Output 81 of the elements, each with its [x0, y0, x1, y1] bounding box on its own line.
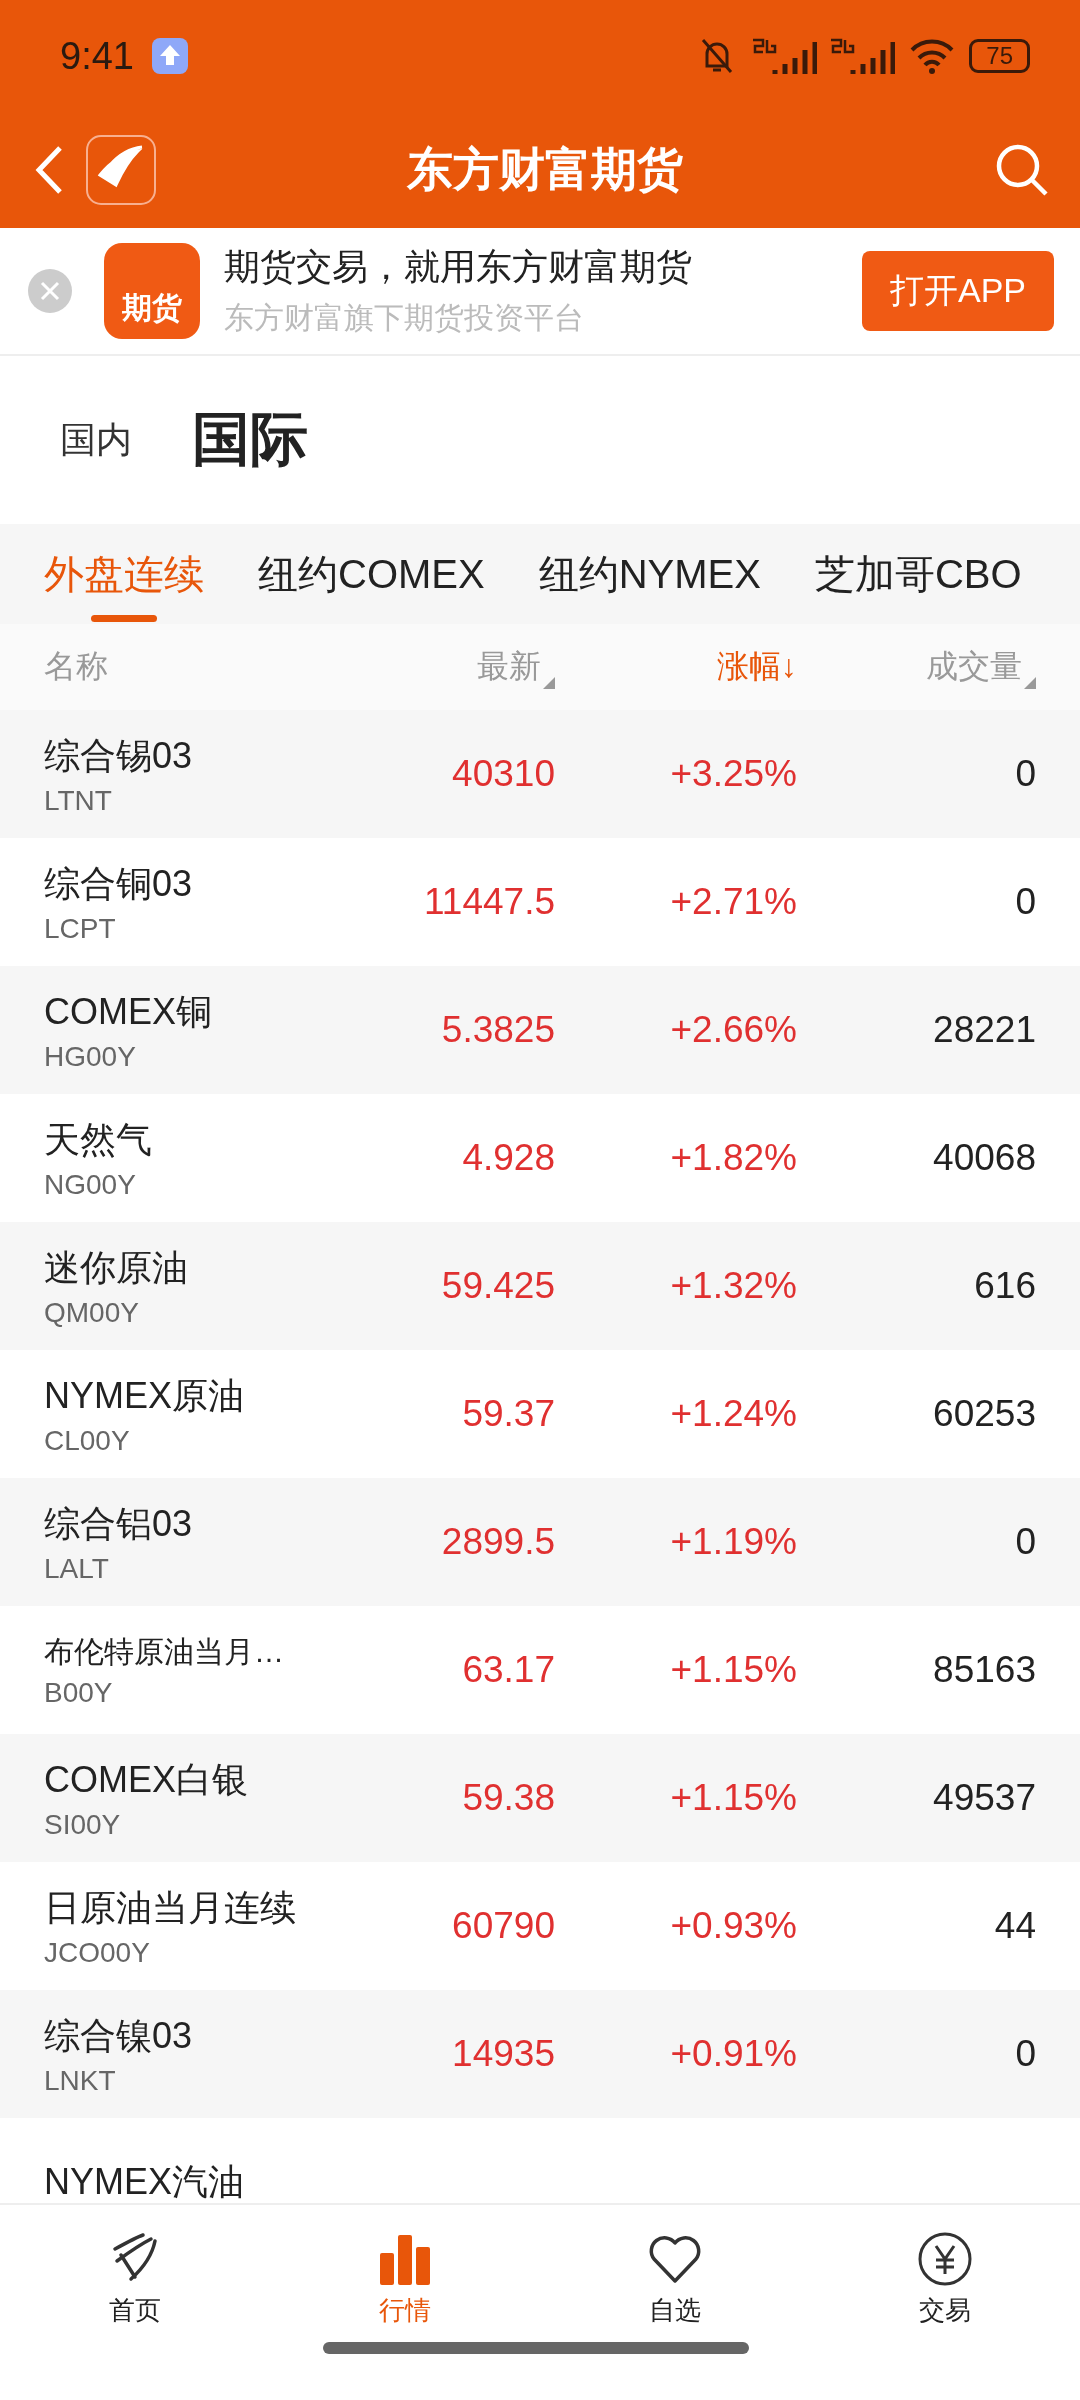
- app-icon: 期货: [104, 243, 200, 339]
- banner-title: 期货交易，就用东方财富期货: [224, 245, 693, 289]
- yen-icon: [917, 2231, 973, 2287]
- volume: 85163: [933, 1649, 1036, 1691]
- change-percent: +2.71%: [670, 881, 797, 923]
- volume: 0: [1015, 1521, 1036, 1563]
- upload-app-icon: [151, 38, 188, 74]
- last-price: 59.37: [462, 1393, 555, 1435]
- contract-code: LALT: [44, 1552, 110, 1585]
- battery-level: 75: [969, 39, 1030, 73]
- sort-corner-icon: [543, 677, 555, 689]
- contract-code: QM00Y: [44, 1296, 140, 1329]
- contract-code: JCO00Y: [44, 1936, 151, 1969]
- contract-name: NYMEX汽油: [44, 2159, 246, 2203]
- contract-code: NG00Y: [44, 1168, 137, 1201]
- last-price: 11447.5: [424, 881, 555, 923]
- contract-name: 综合铜03: [44, 861, 194, 906]
- last-price: 60790: [452, 1905, 555, 1947]
- contract-name: 综合镍03: [44, 2013, 194, 2058]
- change-percent: +0.91%: [670, 2033, 797, 2075]
- contract-name: COMEX白银: [44, 1757, 249, 1802]
- volume: 0: [1015, 753, 1036, 795]
- change-percent: +3.25%: [670, 753, 797, 795]
- banner-subtitle: 东方财富旗下期货投资平台: [224, 300, 585, 336]
- contract-code: B00Y: [44, 1676, 114, 1709]
- search-icon[interactable]: [994, 142, 1050, 198]
- change-percent: +1.32%: [670, 1265, 797, 1307]
- last-price: 63.17: [462, 1649, 555, 1691]
- contract-name: COMEX铜: [44, 989, 213, 1034]
- market-tab[interactable]: 国内: [60, 415, 132, 465]
- last-price: 4.928: [462, 1137, 555, 1179]
- header-title: 东方财富期货: [406, 142, 684, 197]
- volume: 44: [994, 1905, 1036, 1947]
- contract-code: SI00Y: [44, 1808, 122, 1841]
- signal-icon: [753, 36, 818, 76]
- contract-name: 布伦特原油当月…: [44, 1633, 285, 1670]
- wifi-icon: [909, 37, 956, 75]
- volume: 0: [1015, 2033, 1036, 2075]
- sort-corner-icon: [1024, 677, 1036, 689]
- signal-icon: [831, 36, 896, 76]
- contract-code: CL00Y: [44, 1424, 131, 1457]
- change-percent: +1.15%: [670, 1777, 797, 1819]
- last-price: 40310: [452, 753, 555, 795]
- volume: 60253: [933, 1393, 1036, 1435]
- market-tab[interactable]: 国际: [192, 401, 308, 479]
- contract-name: 综合锡03: [44, 733, 194, 778]
- contract-name: NYMEX原油: [44, 1373, 246, 1418]
- contract-name: 综合铝03: [44, 1501, 194, 1546]
- contract-code: LCPT: [44, 912, 117, 945]
- contract-code: HG00Y: [44, 1040, 137, 1073]
- back-icon[interactable]: [34, 145, 64, 195]
- exchange-tab[interactable]: 芝加哥CBO: [814, 524, 1022, 624]
- nav-tab[interactable]: 首页: [0, 2205, 270, 2394]
- last-price: 59.425: [441, 1265, 555, 1307]
- last-price: 5.3825: [441, 1009, 555, 1051]
- change-percent: +2.66%: [670, 1009, 797, 1051]
- exchange-tab[interactable]: 纽约NYMEX: [538, 524, 761, 624]
- change-percent: +1.82%: [670, 1137, 797, 1179]
- contract-code: LTNT: [44, 784, 113, 817]
- contract-code: LNKT: [44, 2064, 117, 2097]
- app-logo-icon: [86, 135, 156, 205]
- change-percent: +1.15%: [670, 1649, 797, 1691]
- nav-tab[interactable]: 交易: [810, 2205, 1080, 2394]
- last-price: 59.38: [462, 1777, 555, 1819]
- last-price: 2899.5: [441, 1521, 555, 1563]
- volume: 28221: [933, 1009, 1036, 1051]
- nav-tab[interactable]: 行情: [270, 2205, 540, 2394]
- contract-name: 日原油当月连续: [44, 1885, 297, 1930]
- status-time: 9:41: [60, 34, 134, 78]
- change-percent: +1.24%: [670, 1393, 797, 1435]
- contract-name: 迷你原油: [44, 1245, 189, 1290]
- volume: 40068: [933, 1137, 1036, 1179]
- contract-name: 天然气: [44, 1117, 153, 1162]
- last-price: 14935: [452, 2033, 555, 2075]
- change-percent: +0.93%: [670, 1905, 797, 1947]
- exchange-tab[interactable]: 纽约COMEX: [258, 524, 485, 624]
- nav-tab[interactable]: 自选: [540, 2205, 810, 2394]
- volume: 0: [1015, 881, 1036, 923]
- change-percent: +1.19%: [670, 1521, 797, 1563]
- volume: 49537: [933, 1777, 1036, 1819]
- volume: 616: [974, 1265, 1036, 1307]
